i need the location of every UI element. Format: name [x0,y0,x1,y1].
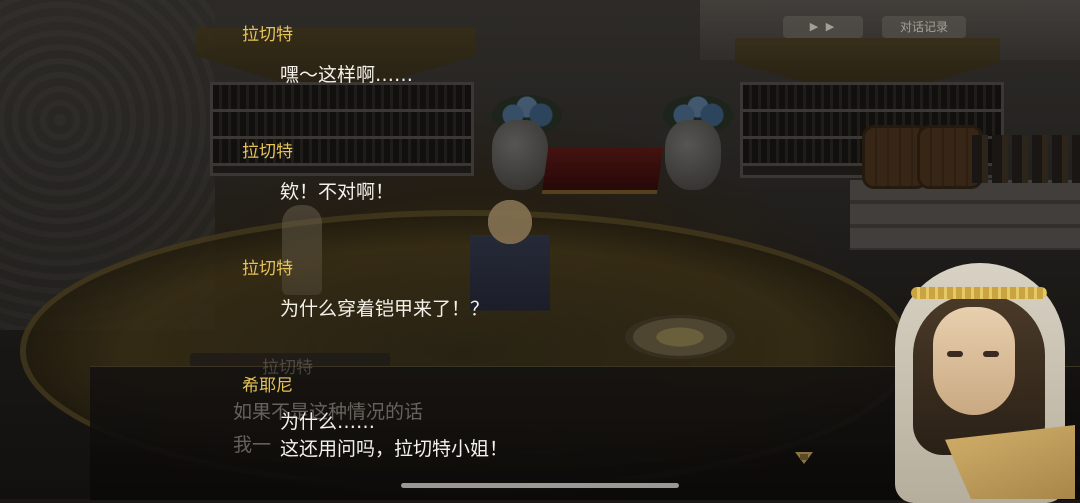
log-line: 欸！不对啊！ [280,181,395,203]
log-speaker-name: 拉切特 [242,259,293,279]
log-speaker-name: 拉切特 [242,142,293,162]
log-speaker-name: 希耶尼 [242,376,293,396]
dialogue-log[interactable]: 拉切特 嘿〜这样啊…… 拉切特 欸！不对啊！ 拉切特 为什么穿着铠甲来了！？ 希… [0,0,1080,499]
home-indicator[interactable] [401,483,679,488]
log-speaker-name: 拉切特 [242,25,293,45]
log-line: 这还用问吗，拉切特小姐！ [280,438,509,460]
log-line: 嘿〜这样啊…… [280,64,414,86]
log-line: 为什么…… [280,411,376,433]
log-line: 为什么穿着铠甲来了！？ [280,298,490,320]
